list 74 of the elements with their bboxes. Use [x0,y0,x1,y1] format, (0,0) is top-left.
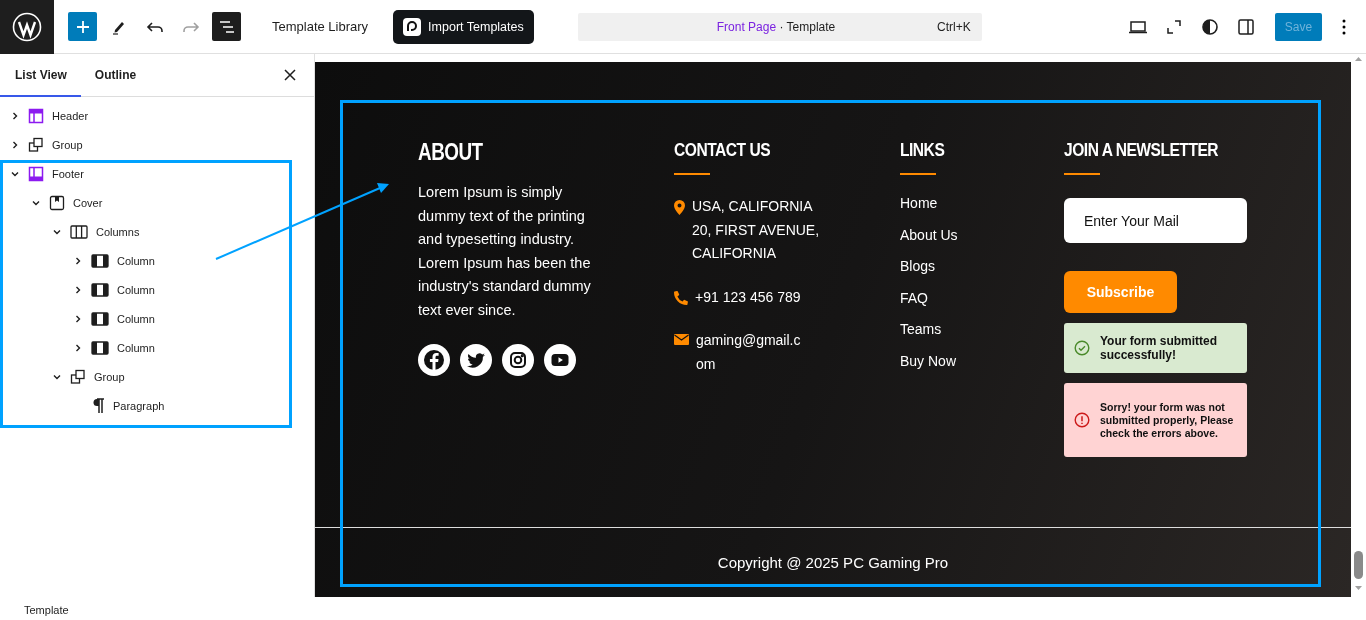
section-heading: ABOUT [418,139,484,167]
footer-link[interactable]: Home [900,195,1064,214]
instagram-icon[interactable] [502,344,534,376]
contrast-icon [1200,17,1219,36]
envelope-icon [674,334,689,345]
tree-item[interactable]: Footer [52,167,84,180]
check-circle-icon [1074,340,1090,356]
email-input-field[interactable]: Enter Your Mail [1064,198,1247,243]
section-heading: JOIN A NEWSLETTER [1064,139,1220,161]
alert-text: Your form submitted successfully! [1100,334,1219,362]
column-block-icon [91,253,109,268]
tree-item[interactable]: Column [117,312,155,325]
tree-item[interactable]: Paragraph [113,399,165,412]
close-icon[interactable] [282,67,298,83]
chevron-right-icon[interactable] [73,284,83,295]
youtube-icon[interactable] [544,344,576,376]
chevron-right-icon[interactable] [10,139,20,150]
tree-item[interactable]: Column [117,254,155,267]
tree-item[interactable]: Column [117,283,155,296]
columns-block-icon [70,224,88,239]
tree-item[interactable]: Header [52,109,89,122]
twitter-icon[interactable] [460,344,492,376]
phone-icon [674,290,688,305]
template-logo-icon [403,17,422,36]
about-paragraph: Lorem Ipsum is simply dummy text of the printing and typesetting industry. Lorem Ipsum has been the industry's standard dummy text ever since. [418,183,592,320]
laptop-icon [1127,18,1148,35]
section-heading: CONTACT US [674,139,772,161]
alert-circle-icon [1074,412,1090,428]
footer-link[interactable]: Teams [900,321,1064,340]
footer-link[interactable]: Buy Now [900,352,1064,372]
document-title: Front Page · Template [716,19,836,34]
chevron-right-icon[interactable] [73,255,83,266]
tree-item[interactable]: Column [117,341,155,354]
wordpress-logo-icon[interactable] [0,0,54,54]
footer-link[interactable]: Blogs [900,258,1064,277]
fullscreen-icon [1165,18,1182,35]
sidebar-tab[interactable]: List View [0,53,81,97]
list-view-button[interactable] [212,12,241,41]
column-block-icon [91,311,109,326]
group-block-icon [70,368,86,385]
tree-item[interactable]: Group [52,138,83,151]
tree-item[interactable]: Cover [73,196,103,209]
shortcut-hint: Ctrl+K [937,19,971,34]
facebook-icon[interactable] [418,344,450,376]
footer-link[interactable]: About Us [900,226,1064,246]
alert-text: Sorry! your form was not submitted properly, Please check the errors above. [1100,400,1235,440]
copyright-text: Copyright @ 2025 PC Gaming Pro [717,554,949,571]
section-heading: LINKS [900,139,946,161]
header-block-icon [28,107,44,124]
command-palette-bar[interactable]: Front Page · Template Ctrl+K [577,12,982,41]
tree-item[interactable]: Group [94,370,125,383]
paragraph-block-icon [91,397,105,414]
contact-text: gaming@gmail.com [696,331,802,374]
sidebar-icon [1236,17,1255,36]
contact-text: +91 123 456 789 [695,287,802,307]
tree-item[interactable]: Columns [96,225,140,238]
chevron-right-icon[interactable] [73,313,83,324]
template-library-button[interactable]: Template Library [262,13,379,40]
breadcrumb-text: Template [24,603,69,616]
chevron-right-icon[interactable] [73,342,83,353]
group-block-icon [28,136,44,153]
add-block-button[interactable] [68,12,97,41]
plus-icon [74,18,91,35]
list-view-icon [218,19,235,34]
contact-text: USA, CALIFORNIA 20, FIRST AVENUE, CALIFORNIA [692,197,820,263]
footer-block-icon [28,165,44,182]
chevron-right-icon[interactable] [10,110,20,121]
cover-block-icon [49,194,65,211]
import-templates-button[interactable]: Import Templates [393,9,534,44]
footer-link[interactable]: FAQ [900,289,1064,309]
column-block-icon [91,282,109,297]
column-block-icon [91,340,109,355]
sidebar-tab[interactable]: Outline [80,53,151,97]
location-pin-icon [674,200,685,215]
